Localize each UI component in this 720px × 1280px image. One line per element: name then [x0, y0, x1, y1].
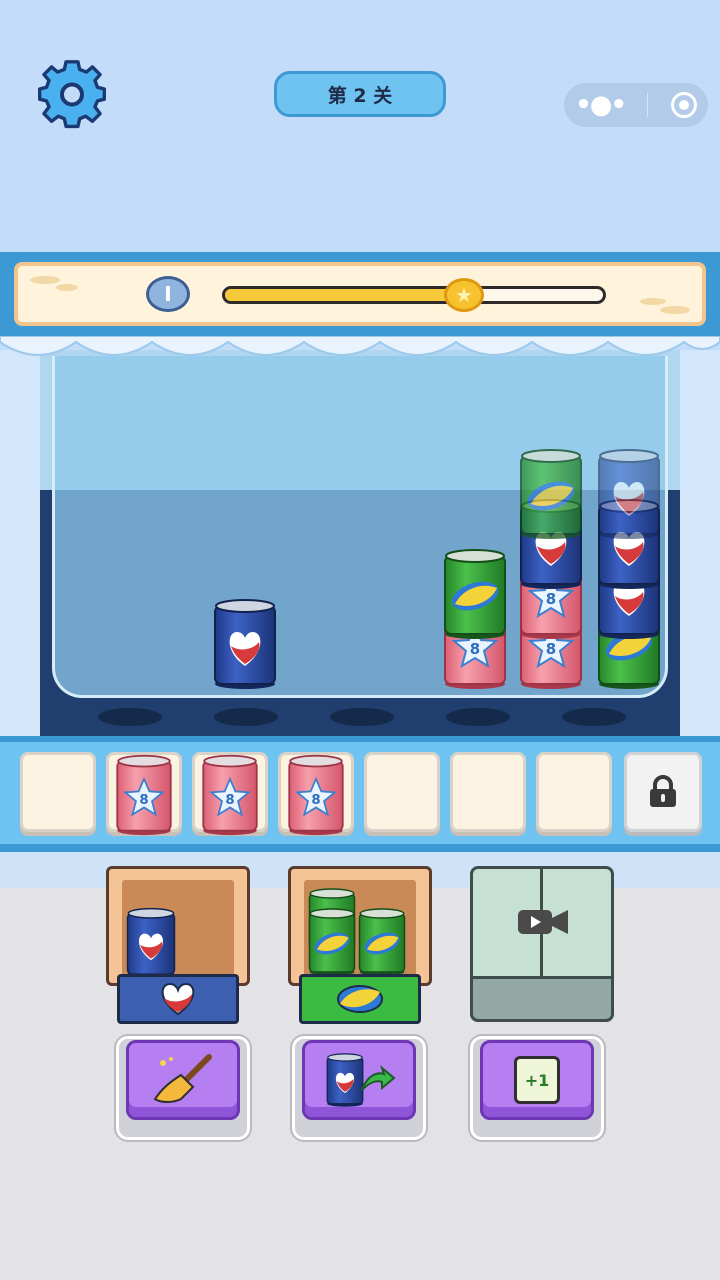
- leaf-logo-icon: [299, 974, 421, 1024]
- fridge-base: [470, 976, 614, 1022]
- can-swap-icon: [326, 1053, 396, 1108]
- slot-can-red[interactable]: [115, 754, 173, 836]
- box-can: [308, 908, 356, 977]
- collection-slot[interactable]: [450, 752, 526, 832]
- box-can: [358, 908, 406, 977]
- locked-slot[interactable]: [624, 752, 702, 832]
- heart-logo-icon: [117, 974, 239, 1024]
- collection-slot[interactable]: [364, 752, 440, 832]
- collection-slot[interactable]: [536, 752, 612, 832]
- video-camera-icon[interactable]: [516, 906, 570, 938]
- slot-row: [0, 0, 720, 860]
- extra-slot-button[interactable]: +1: [480, 1040, 594, 1120]
- swap-button[interactable]: [302, 1040, 416, 1120]
- lock-icon: [650, 775, 676, 807]
- broom-button[interactable]: [126, 1040, 240, 1120]
- plus-one-card-icon: +1: [514, 1056, 560, 1104]
- broom-icon: [153, 1054, 212, 1103]
- collection-slot[interactable]: [20, 752, 96, 832]
- slot-can-red[interactable]: [201, 754, 259, 836]
- box-can: [126, 907, 176, 979]
- slot-can-red[interactable]: [287, 754, 345, 836]
